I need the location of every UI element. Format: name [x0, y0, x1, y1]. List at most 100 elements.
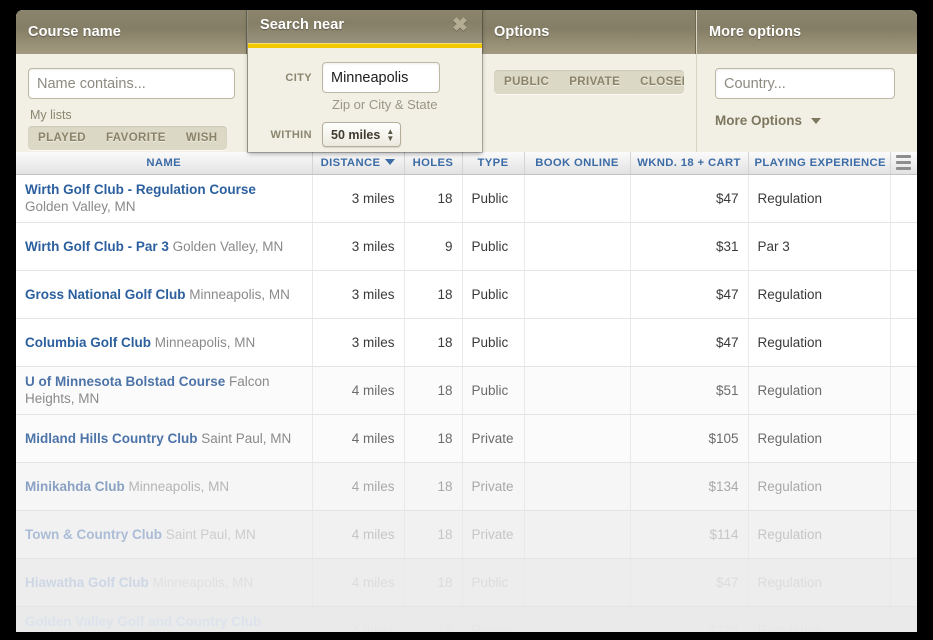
course-link[interactable]: U of Minnesota Bolstad Course	[25, 374, 225, 389]
cell-distance: 4 miles	[312, 366, 404, 414]
cell-book-online[interactable]	[524, 462, 630, 510]
col-header-book-online[interactable]: BOOK ONLINE	[524, 152, 630, 174]
cell-price: $47	[630, 174, 748, 222]
cell-holes: 18	[404, 462, 462, 510]
cell-holes: 18	[404, 558, 462, 606]
course-name-input[interactable]	[28, 68, 235, 99]
panel-options-header[interactable]: Options	[482, 10, 696, 54]
course-link[interactable]: Midland Hills Country Club	[25, 431, 198, 446]
cell-name: Hiawatha Golf Club Minneapolis, MN	[16, 558, 312, 606]
table-row[interactable]: Midland Hills Country Club Saint Paul, M…	[16, 414, 917, 462]
cell-distance: 4 miles	[312, 606, 404, 632]
course-link[interactable]: Wirth Golf Club - Par 3	[25, 239, 169, 254]
close-icon[interactable]: ✖	[452, 16, 468, 35]
col-header-holes[interactable]: HOLES	[404, 152, 462, 174]
cell-holes: 18	[404, 606, 462, 632]
cell-book-online[interactable]	[524, 606, 630, 632]
cell-name: Minikahda Club Minneapolis, MN	[16, 462, 312, 510]
cell-name: Columbia Golf Club Minneapolis, MN	[16, 318, 312, 366]
city-input[interactable]	[322, 62, 440, 93]
panel-course-name: Course name My lists PLAYED FAVORITE WIS…	[16, 10, 248, 152]
cell-price: $120	[630, 606, 748, 632]
table-row[interactable]: Hiawatha Golf Club Minneapolis, MN4 mile…	[16, 558, 917, 606]
col-header-holes-label: HOLES	[413, 157, 454, 169]
col-header-distance-label: DISTANCE	[321, 157, 381, 169]
cell-type: Private	[462, 414, 524, 462]
toggle-public[interactable]: PUBLIC	[494, 70, 559, 94]
cell-book-online[interactable]	[524, 318, 630, 366]
cell-book-online[interactable]	[524, 174, 630, 222]
cell-distance: 4 miles	[312, 462, 404, 510]
toggle-closed[interactable]: CLOSED	[630, 70, 684, 94]
panel-search-near: Search near ✖ CITY Zip or City & State W…	[248, 10, 482, 152]
course-link[interactable]: Golden Valley Golf and Country Club	[25, 614, 261, 629]
toggle-played[interactable]: PLAYED	[28, 126, 96, 150]
panel-search-near-header[interactable]: Search near ✖	[248, 10, 482, 48]
cell-price: $47	[630, 318, 748, 366]
cell-distance: 3 miles	[312, 318, 404, 366]
cell-holes: 18	[404, 510, 462, 558]
cell-book-online[interactable]	[524, 414, 630, 462]
panel-more-options-header[interactable]: More options	[697, 10, 917, 54]
cell-distance: 4 miles	[312, 414, 404, 462]
panel-more-options-title: More options	[709, 24, 801, 40]
cell-book-online[interactable]	[524, 558, 630, 606]
col-header-playing-experience-label: PLAYING EXPERIENCE	[755, 157, 886, 169]
column-chooser-button[interactable]	[890, 152, 917, 174]
table-row[interactable]: Golden Valley Golf and Country Club Gold…	[16, 606, 917, 632]
panel-search-near-title: Search near	[260, 17, 344, 33]
cell-book-online[interactable]	[524, 222, 630, 270]
col-header-name[interactable]: NAME	[16, 152, 312, 174]
col-header-price-label: WKND. 18 + CART	[637, 157, 740, 169]
panel-options: Options PUBLIC PRIVATE CLOSED	[482, 10, 697, 152]
toggle-private[interactable]: PRIVATE	[559, 70, 630, 94]
course-link[interactable]: Hiawatha Golf Club	[25, 575, 149, 590]
cell-spacer	[890, 318, 917, 366]
course-link[interactable]: Minikahda Club	[25, 479, 125, 494]
panel-search-near-body: CITY Zip or City & State WITHIN 50 miles…	[248, 48, 482, 147]
cell-spacer	[890, 462, 917, 510]
cell-name: Wirth Golf Club - Regulation Course Gold…	[16, 174, 312, 222]
course-link[interactable]: Wirth Golf Club - Regulation Course	[25, 182, 256, 197]
cell-book-online[interactable]	[524, 510, 630, 558]
results-table-container[interactable]: NAME DISTANCE HOLES TYPE BOOK ONLINE WKN…	[16, 152, 917, 632]
toggle-favorite[interactable]: FAVORITE	[96, 126, 176, 150]
table-row[interactable]: Gross National Golf Club Minneapolis, MN…	[16, 270, 917, 318]
course-link[interactable]: Columbia Golf Club	[25, 335, 151, 350]
my-lists-label: My lists	[30, 108, 235, 122]
results-table-body: Wirth Golf Club - Regulation Course Gold…	[16, 174, 917, 632]
country-input[interactable]	[715, 68, 895, 99]
col-header-playing-experience[interactable]: PLAYING EXPERIENCE	[748, 152, 890, 174]
col-header-price[interactable]: WKND. 18 + CART	[630, 152, 748, 174]
cell-distance: 4 miles	[312, 510, 404, 558]
cell-spacer	[890, 174, 917, 222]
table-row[interactable]: Town & Country Club Saint Paul, MN4 mile…	[16, 510, 917, 558]
within-distance-select[interactable]: 50 miles ▲▼	[322, 122, 401, 147]
toggle-wish[interactable]: WISH	[176, 126, 228, 150]
table-row[interactable]: U of Minnesota Bolstad Course Falcon Hei…	[16, 366, 917, 414]
cell-name: Gross National Golf Club Minneapolis, MN	[16, 270, 312, 318]
col-header-type[interactable]: TYPE	[462, 152, 524, 174]
access-toggle-group: PUBLIC PRIVATE CLOSED	[494, 70, 684, 94]
panel-course-name-body: My lists PLAYED FAVORITE WISH	[16, 54, 247, 150]
table-row[interactable]: Wirth Golf Club - Par 3 Golden Valley, M…	[16, 222, 917, 270]
cell-spacer	[890, 414, 917, 462]
cell-name: Midland Hills Country Club Saint Paul, M…	[16, 414, 312, 462]
table-row[interactable]: Wirth Golf Club - Regulation Course Gold…	[16, 174, 917, 222]
cell-playing-experience: Regulation	[748, 174, 890, 222]
cell-book-online[interactable]	[524, 270, 630, 318]
cell-book-online[interactable]	[524, 366, 630, 414]
cell-price: $51	[630, 366, 748, 414]
cell-price: $47	[630, 558, 748, 606]
table-row[interactable]: Columbia Golf Club Minneapolis, MN3 mile…	[16, 318, 917, 366]
cell-spacer	[890, 510, 917, 558]
more-options-disclosure[interactable]: More Options	[715, 113, 895, 128]
course-link[interactable]: Town & Country Club	[25, 527, 162, 542]
panel-course-name-header[interactable]: Course name	[16, 10, 247, 54]
course-location: Golden Valley, MN	[25, 631, 136, 632]
col-header-distance[interactable]: DISTANCE	[312, 152, 404, 174]
table-row[interactable]: Minikahda Club Minneapolis, MN4 miles18P…	[16, 462, 917, 510]
results-table: NAME DISTANCE HOLES TYPE BOOK ONLINE WKN…	[16, 152, 917, 632]
course-link[interactable]: Gross National Golf Club	[25, 287, 186, 302]
cell-type: Public	[462, 270, 524, 318]
